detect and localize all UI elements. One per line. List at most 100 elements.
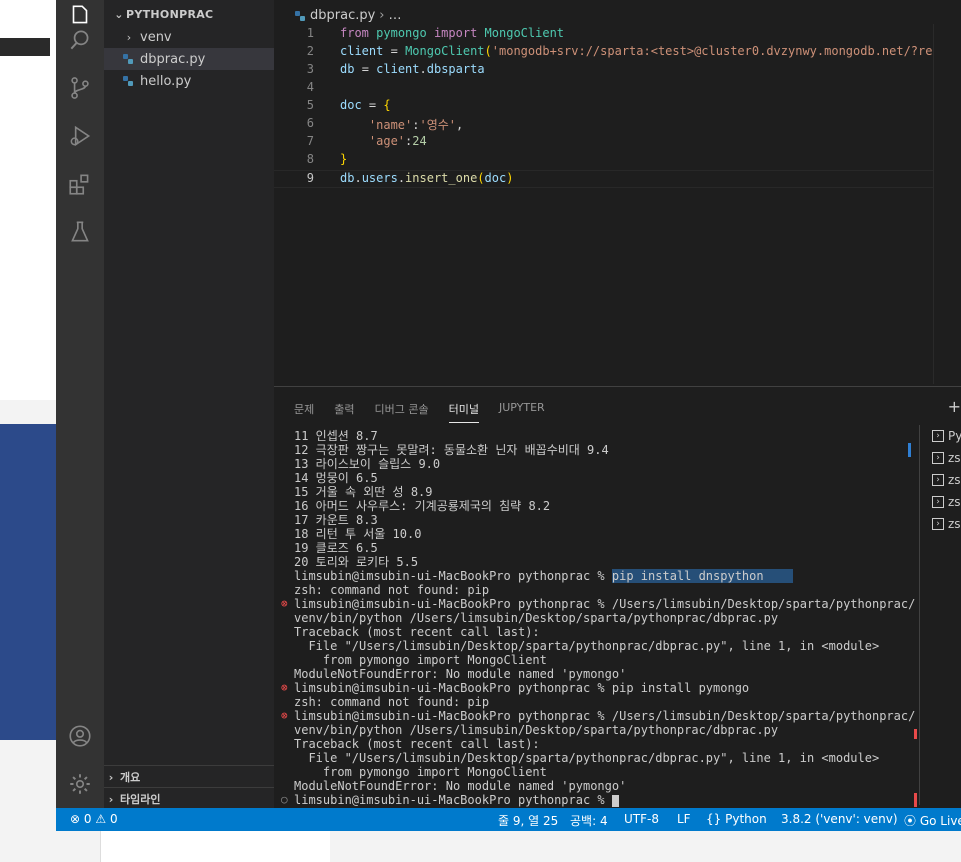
tab-terminal[interactable]: 터미널 xyxy=(448,401,479,423)
minimap[interactable] xyxy=(933,24,961,384)
cursor-position[interactable]: 줄 9, 열 25 xyxy=(498,812,558,829)
braces-icon: {} xyxy=(706,812,722,826)
breadcrumb-file[interactable]: dbprac.py xyxy=(310,8,375,23)
terminal-line: ModuleNotFoundError: No module named 'py… xyxy=(294,667,627,681)
terminal-list-item[interactable]: › zs xyxy=(920,469,961,491)
problems-status[interactable]: ⊗ 0 ⚠ 0 xyxy=(70,812,118,826)
broadcast-icon: ⦿ xyxy=(904,814,917,828)
background-thumbnail xyxy=(0,424,56,740)
breadcrumb[interactable]: dbprac.py › … xyxy=(294,8,402,23)
terminal-line: File "/Users/limsubin/Desktop/sparta/pyt… xyxy=(294,639,880,653)
tree-item-dbprac[interactable]: dbprac.py xyxy=(104,48,274,70)
settings-gear-icon[interactable] xyxy=(56,760,104,808)
terminal-cursor xyxy=(611,794,619,807)
testing-flask-icon[interactable] xyxy=(56,208,104,256)
python-file-icon xyxy=(123,76,133,86)
terminal-line: ○ limsubin@imsubin-ui-MacBookPro pythonpr… xyxy=(281,793,904,807)
terminal-line: ⊗ limsubin@imsubin-ui-MacBookPro pythonpr… xyxy=(281,709,916,723)
terminal-line: 14 멍뭉이 6.5 xyxy=(294,471,378,485)
terminal-line: File "/Users/limsubin/Desktop/sparta/pyt… xyxy=(294,751,880,765)
line-number: 6 xyxy=(306,116,314,130)
terminal-icon: › xyxy=(932,518,944,530)
outline-label: 개요 xyxy=(120,771,141,784)
terminal-list-item[interactable]: › zs xyxy=(920,447,961,469)
panel-tabs: 문제 출력 디버그 콘솔 터미널 JUPYTER xyxy=(294,401,545,423)
terminal-line: 20 토리와 로키타 5.5 xyxy=(294,555,419,569)
explorer-sidebar: ⌄ PYTHONPRAC › venv dbprac.py hello.py › 개요… xyxy=(104,0,274,808)
terminal-line: 19 클로즈 6.5 xyxy=(294,541,378,555)
timeline-section[interactable]: › 타임라인 xyxy=(104,788,274,810)
chevron-right-icon: › xyxy=(108,792,114,806)
terminal-line: venv/bin/python /Users/limsubin/Desktop/… xyxy=(294,611,779,625)
python-interpreter[interactable]: 3.8.2 ('venv': venv) xyxy=(781,812,898,826)
highlighted-command: pip install dnspython xyxy=(611,569,764,583)
indentation[interactable]: 공백: 4 xyxy=(570,812,608,829)
code-line: db = client.dbsparta xyxy=(340,62,485,76)
run-debug-icon[interactable] xyxy=(56,112,104,160)
outline-section[interactable]: › 개요 xyxy=(104,766,274,788)
folder-name: PYTHONPRAC xyxy=(126,8,214,21)
terminal-line: 16 아머드 사우루스: 기계공룡제국의 침략 8.2 xyxy=(294,499,551,513)
tree-item-label: venv xyxy=(140,29,172,45)
terminal-line: from pymongo import MongoClient xyxy=(294,765,547,779)
line-number: 4 xyxy=(306,80,314,94)
background-window-strip xyxy=(0,38,50,56)
terminal-line: 11 인셉션 8.7 xyxy=(294,429,378,443)
terminal-list-item[interactable]: › zs xyxy=(920,513,961,535)
terminal-icon: › xyxy=(932,430,944,442)
language-mode[interactable]: {} Python xyxy=(706,812,767,826)
terminal-line: 12 극장판 짱구는 못말려: 동물소환 닌자 배꼽수비대 9.4 xyxy=(294,443,609,457)
prompt-circle-icon: ○ xyxy=(281,793,288,806)
status-bar: ⊗ 0 ⚠ 0 줄 9, 열 25 공백: 4 UTF-8 LF {} Pyth… xyxy=(56,808,961,831)
code-editor[interactable]: 1 from pymongo import MongoClient 2 client… xyxy=(274,26,933,386)
code-line: db.users.insert_one(doc) xyxy=(340,171,514,185)
breadcrumb-more[interactable]: … xyxy=(389,8,402,23)
line-number: 9 xyxy=(306,171,314,185)
go-live-button[interactable]: ⦿ Go Live xyxy=(904,812,961,829)
background-window-bottom xyxy=(100,831,330,862)
line-number: 8 xyxy=(306,152,314,166)
explorer-folder-title[interactable]: ⌄ PYTHONPRAC xyxy=(112,8,213,21)
bottom-panel: 문제 출력 디버그 콘솔 터미널 JUPYTER + 11 인셉션 8.7 12… xyxy=(274,386,961,808)
encoding[interactable]: UTF-8 xyxy=(624,812,659,826)
terminal-list-item[interactable]: › zs xyxy=(920,491,961,513)
terminal-line: venv/bin/python /Users/limsubin/Desktop/… xyxy=(294,723,779,737)
python-file-icon xyxy=(295,10,305,21)
terminal-icon: › xyxy=(932,496,944,508)
python-file-icon xyxy=(123,54,133,64)
activity-bar xyxy=(56,0,104,808)
error-icon: ⊗ xyxy=(70,812,81,826)
error-icon: ⊗ xyxy=(281,709,288,722)
tree-item-hello[interactable]: hello.py xyxy=(104,70,274,92)
new-terminal-plus-icon[interactable]: + xyxy=(948,397,961,416)
terminal-line: ModuleNotFoundError: No module named 'py… xyxy=(294,779,627,793)
error-icon: ⊗ xyxy=(281,681,288,694)
terminal-line: 13 라이스보이 슬립스 9.0 xyxy=(294,457,441,471)
search-icon[interactable] xyxy=(56,16,104,64)
extensions-icon[interactable] xyxy=(56,160,104,208)
account-icon[interactable] xyxy=(56,712,104,760)
tab-debug-console[interactable]: 디버그 콘솔 xyxy=(375,401,429,423)
line-number: 3 xyxy=(306,62,314,76)
terminal-line: Traceback (most recent call last): xyxy=(294,737,540,751)
chevron-down-icon: ⌄ xyxy=(114,8,124,21)
terminal-list-item[interactable]: › Py xyxy=(920,425,961,447)
terminal-line: ⊗ limsubin@imsubin-ui-MacBookPro pythonpr… xyxy=(281,681,750,695)
tree-item-venv[interactable]: › venv xyxy=(104,26,274,48)
error-icon: ⊗ xyxy=(281,597,288,610)
chevron-right-icon: › xyxy=(126,30,132,44)
code-line: from pymongo import MongoClient xyxy=(340,26,565,40)
tab-output[interactable]: 출력 xyxy=(334,401,354,423)
code-line: client = MongoClient('mongodb+srv://spar… xyxy=(340,44,933,58)
source-control-icon[interactable] xyxy=(56,64,104,112)
terminal-line: from pymongo import MongoClient xyxy=(294,653,547,667)
code-line: doc = { xyxy=(340,98,391,112)
end-of-line[interactable]: LF xyxy=(677,812,691,826)
tab-jupyter[interactable]: JUPYTER xyxy=(499,401,545,423)
terminal-error-marker xyxy=(914,729,917,739)
tab-problems[interactable]: 문제 xyxy=(294,401,314,423)
terminal-output[interactable]: 11 인셉션 8.7 12 극장판 짱구는 못말려: 동물소환 닌자 배꼽수비대… xyxy=(281,429,916,807)
terminal-scroll-marker xyxy=(908,443,911,457)
terminal-error-marker xyxy=(914,793,917,807)
code-line: 'name':'영수', xyxy=(368,118,464,132)
